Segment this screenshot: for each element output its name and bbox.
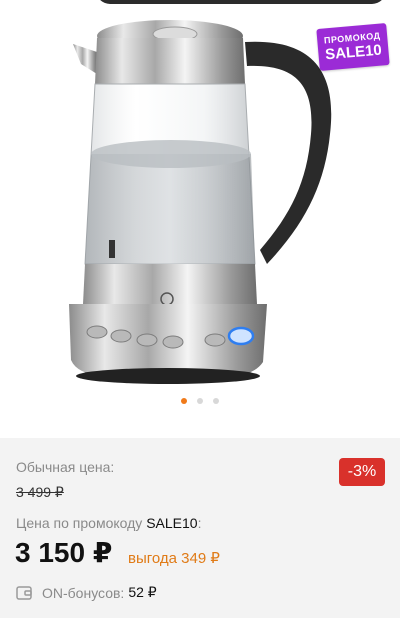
promo-sticker-code: SALE10 bbox=[324, 41, 383, 63]
discount-badge: -3% bbox=[339, 458, 385, 486]
promo-colon: : bbox=[197, 515, 202, 531]
promo-price-text: Цена по промокоду bbox=[16, 515, 143, 531]
savings-text: выгода 349 ₽ bbox=[128, 550, 220, 567]
gallery-pagination bbox=[0, 398, 400, 404]
product-gallery[interactable]: ПРОМОКОД SALE10 bbox=[0, 0, 400, 438]
product-image-kettle[interactable] bbox=[55, 14, 345, 386]
regular-price-label: Обычная цена: bbox=[16, 459, 115, 475]
bonus-label: ON-бонусов bbox=[42, 584, 121, 601]
promo-sticker: ПРОМОКОД SALE10 bbox=[316, 23, 390, 71]
pagination-dot[interactable] bbox=[213, 398, 219, 404]
promo-price-label: Цена по промокоду SALE10: bbox=[16, 515, 201, 531]
pagination-dot-active[interactable] bbox=[181, 398, 187, 404]
current-price: 3 150 ₽ bbox=[15, 537, 113, 568]
bonus-row: ON-бонусов : 52 ₽ bbox=[16, 584, 157, 601]
old-price: 3 499 ₽ bbox=[16, 484, 64, 500]
pagination-dot[interactable] bbox=[197, 398, 203, 404]
promo-code: SALE10 bbox=[146, 515, 198, 531]
wallet-icon bbox=[16, 585, 32, 600]
top-bar bbox=[96, 0, 386, 4]
bonus-value: 52 ₽ bbox=[128, 584, 157, 600]
bonus-separator: : bbox=[120, 584, 125, 601]
